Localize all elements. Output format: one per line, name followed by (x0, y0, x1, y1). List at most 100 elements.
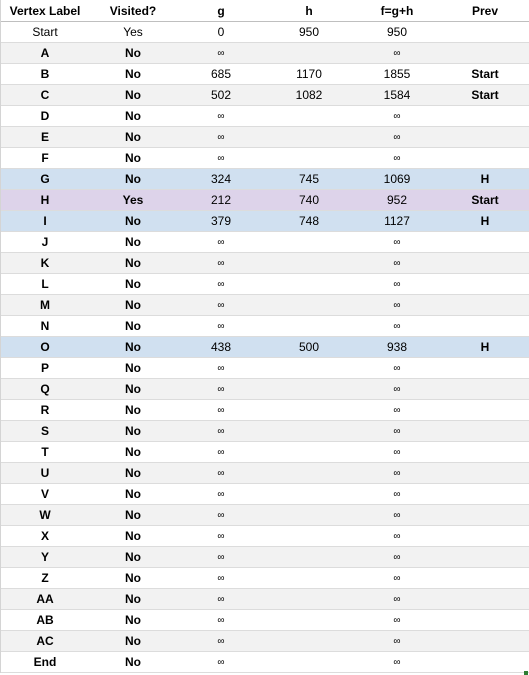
prev-cell[interactable]: Start (441, 85, 529, 105)
g-cell[interactable]: ∞ (177, 568, 265, 588)
vertex-label-cell[interactable]: W (1, 505, 89, 525)
visited-cell[interactable]: No (89, 589, 177, 609)
h-cell[interactable] (265, 295, 353, 315)
vertex-label-cell[interactable]: Y (1, 547, 89, 567)
h-cell[interactable] (265, 316, 353, 336)
visited-cell[interactable]: No (89, 610, 177, 630)
vertex-label-cell[interactable]: Q (1, 379, 89, 399)
h-cell[interactable]: 748 (265, 211, 353, 231)
g-cell[interactable]: ∞ (177, 316, 265, 336)
prev-cell[interactable]: H (441, 337, 529, 357)
g-cell[interactable]: ∞ (177, 232, 265, 252)
f-cell[interactable]: ∞ (353, 631, 441, 651)
visited-cell[interactable]: No (89, 568, 177, 588)
f-cell[interactable]: ∞ (353, 43, 441, 63)
vertex-label-cell[interactable]: AA (1, 589, 89, 609)
prev-cell[interactable] (441, 295, 529, 315)
g-cell[interactable]: ∞ (177, 43, 265, 63)
visited-cell[interactable]: No (89, 631, 177, 651)
vertex-label-cell[interactable]: A (1, 43, 89, 63)
vertex-label-cell[interactable]: U (1, 463, 89, 483)
f-cell[interactable]: 1855 (353, 64, 441, 84)
g-cell[interactable]: ∞ (177, 148, 265, 168)
prev-cell[interactable] (441, 43, 529, 63)
g-cell[interactable]: ∞ (177, 379, 265, 399)
visited-cell[interactable]: No (89, 43, 177, 63)
prev-cell[interactable] (441, 442, 529, 462)
prev-cell[interactable]: Start (441, 64, 529, 84)
prev-cell[interactable] (441, 631, 529, 651)
header-g[interactable]: g (177, 0, 265, 21)
prev-cell[interactable] (441, 505, 529, 525)
vertex-label-cell[interactable]: V (1, 484, 89, 504)
visited-cell[interactable]: No (89, 211, 177, 231)
visited-cell[interactable]: No (89, 358, 177, 378)
header-visited[interactable]: Visited? (89, 0, 177, 21)
visited-cell[interactable]: No (89, 127, 177, 147)
vertex-label-cell[interactable]: L (1, 274, 89, 294)
h-cell[interactable] (265, 568, 353, 588)
prev-cell[interactable] (441, 589, 529, 609)
f-cell[interactable]: ∞ (353, 463, 441, 483)
g-cell[interactable]: 379 (177, 211, 265, 231)
visited-cell[interactable]: No (89, 337, 177, 357)
h-cell[interactable]: 745 (265, 169, 353, 189)
vertex-label-cell[interactable]: Start (1, 22, 89, 42)
vertex-label-cell[interactable]: End (1, 652, 89, 672)
h-cell[interactable] (265, 631, 353, 651)
h-cell[interactable] (265, 652, 353, 672)
f-cell[interactable]: 1069 (353, 169, 441, 189)
vertex-label-cell[interactable]: F (1, 148, 89, 168)
f-cell[interactable]: ∞ (353, 442, 441, 462)
h-cell[interactable] (265, 610, 353, 630)
g-cell[interactable]: ∞ (177, 526, 265, 546)
h-cell[interactable] (265, 106, 353, 126)
h-cell[interactable] (265, 442, 353, 462)
vertex-label-cell[interactable]: I (1, 211, 89, 231)
vertex-label-cell[interactable]: C (1, 85, 89, 105)
f-cell[interactable]: ∞ (353, 484, 441, 504)
vertex-label-cell[interactable]: E (1, 127, 89, 147)
vertex-label-cell[interactable]: B (1, 64, 89, 84)
visited-cell[interactable]: No (89, 64, 177, 84)
f-cell[interactable]: ∞ (353, 505, 441, 525)
prev-cell[interactable] (441, 610, 529, 630)
g-cell[interactable]: 502 (177, 85, 265, 105)
f-cell[interactable]: ∞ (353, 316, 441, 336)
g-cell[interactable]: ∞ (177, 442, 265, 462)
prev-cell[interactable] (441, 379, 529, 399)
g-cell[interactable]: ∞ (177, 505, 265, 525)
f-cell[interactable]: ∞ (353, 421, 441, 441)
h-cell[interactable] (265, 274, 353, 294)
h-cell[interactable] (265, 127, 353, 147)
h-cell[interactable] (265, 400, 353, 420)
visited-cell[interactable]: No (89, 85, 177, 105)
header-h[interactable]: h (265, 0, 353, 21)
visited-cell[interactable]: No (89, 421, 177, 441)
h-cell[interactable] (265, 358, 353, 378)
visited-cell[interactable]: No (89, 526, 177, 546)
h-cell[interactable]: 1082 (265, 85, 353, 105)
g-cell[interactable]: ∞ (177, 631, 265, 651)
h-cell[interactable]: 500 (265, 337, 353, 357)
h-cell[interactable] (265, 505, 353, 525)
header-vertex-label[interactable]: Vertex Label (1, 0, 89, 21)
h-cell[interactable]: 740 (265, 190, 353, 210)
g-cell[interactable]: ∞ (177, 484, 265, 504)
visited-cell[interactable]: No (89, 442, 177, 462)
f-cell[interactable]: 1127 (353, 211, 441, 231)
visited-cell[interactable]: No (89, 379, 177, 399)
h-cell[interactable] (265, 484, 353, 504)
g-cell[interactable]: ∞ (177, 253, 265, 273)
f-cell[interactable]: ∞ (353, 526, 441, 546)
selection-handle[interactable] (524, 671, 528, 675)
prev-cell[interactable] (441, 127, 529, 147)
vertex-label-cell[interactable]: S (1, 421, 89, 441)
f-cell[interactable]: ∞ (353, 400, 441, 420)
h-cell[interactable] (265, 421, 353, 441)
visited-cell[interactable]: No (89, 253, 177, 273)
prev-cell[interactable] (441, 106, 529, 126)
h-cell[interactable] (265, 463, 353, 483)
visited-cell[interactable]: No (89, 484, 177, 504)
g-cell[interactable]: ∞ (177, 652, 265, 672)
